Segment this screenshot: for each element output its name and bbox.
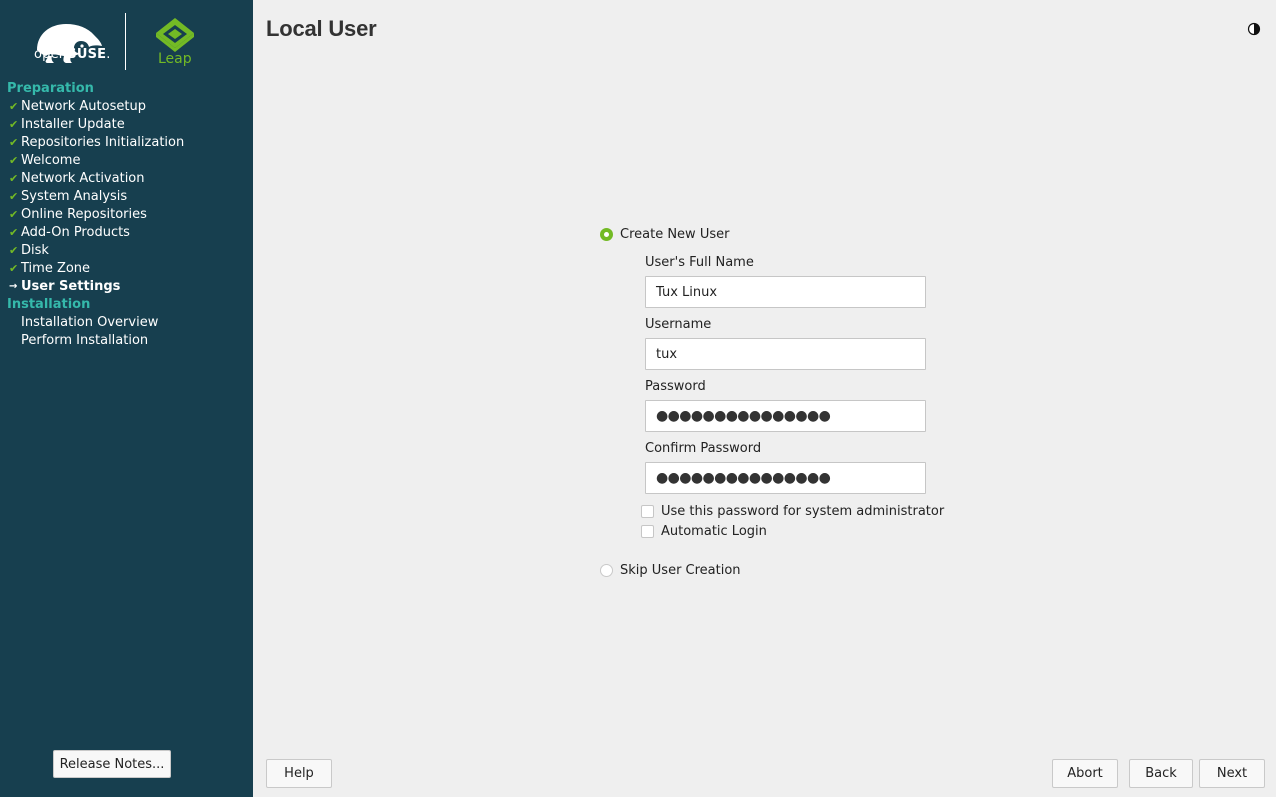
branding: openSUSE. Leap — [0, 0, 253, 80]
check-icon: ✔ — [9, 118, 19, 131]
check-icon: ✔ — [9, 244, 19, 257]
step-item-perform-installation: Perform Installation — [21, 333, 149, 348]
check-icon: ✔ — [9, 100, 19, 113]
step-item-online-repositories: ✔ Online Repositories — [9, 207, 147, 222]
abort-button[interactable]: Abort — [1052, 759, 1118, 788]
release-notes-button[interactable]: Release Notes... — [53, 750, 171, 778]
skip-user-creation-radio[interactable] — [600, 564, 613, 577]
step-item-add-on-products: ✔ Add-On Products — [9, 225, 130, 240]
check-icon: ✔ — [9, 208, 19, 221]
use-password-for-admin-checkbox[interactable] — [641, 505, 654, 518]
theme-toggle-icon[interactable] — [1247, 22, 1261, 36]
step-item-network-activation: ✔ Network Activation — [9, 171, 145, 186]
create-new-user-radio[interactable] — [600, 228, 613, 241]
sidebar: openSUSE. Leap Preparation ✔ Network Auto… — [0, 0, 253, 797]
step-section-installation: Installation — [7, 297, 91, 312]
page-title: Local User — [266, 16, 377, 41]
full-name-field[interactable]: Tux Linux — [645, 276, 926, 308]
leap-logo-icon — [156, 18, 194, 52]
step-item-time-zone: ✔ Time Zone — [9, 261, 91, 276]
username-field[interactable]: tux — [645, 338, 926, 370]
step-item-installer-update: ✔ Installer Update — [9, 117, 125, 132]
username-label: Username — [645, 317, 712, 332]
installation-steps: Preparation ✔ Network Autosetup ✔ Installe… — [0, 80, 253, 350]
current-step-arrow-icon: → — [9, 281, 18, 292]
password-field[interactable]: ●●●●●●●●●●●●●●● — [645, 400, 926, 432]
next-button[interactable]: Next — [1199, 759, 1265, 788]
automatic-login-checkbox[interactable] — [641, 525, 654, 538]
step-item-system-analysis: ✔ System Analysis — [9, 189, 128, 204]
step-item-user-settings: → User Settings — [9, 279, 121, 294]
check-icon: ✔ — [9, 136, 19, 149]
skip-user-creation-label[interactable]: Skip User Creation — [620, 563, 741, 578]
step-item-network-autosetup: ✔ Network Autosetup — [9, 99, 146, 114]
help-button[interactable]: Help — [266, 759, 332, 788]
check-icon: ✔ — [9, 190, 19, 203]
password-label: Password — [645, 379, 706, 394]
step-section-preparation: Preparation — [7, 81, 94, 96]
automatic-login-label[interactable]: Automatic Login — [661, 524, 767, 539]
opensuse-wordmark: openSUSE. — [34, 47, 111, 62]
check-icon: ✔ — [9, 154, 19, 167]
back-button[interactable]: Back — [1129, 759, 1193, 788]
check-icon: ✔ — [9, 172, 19, 185]
leap-wordmark: Leap — [158, 51, 192, 67]
step-item-disk: ✔ Disk — [9, 243, 49, 258]
create-new-user-label[interactable]: Create New User — [620, 227, 729, 242]
check-icon: ✔ — [9, 226, 19, 239]
step-item-welcome: ✔ Welcome — [9, 153, 81, 168]
logo-divider — [125, 13, 126, 70]
full-name-label: User's Full Name — [645, 255, 754, 270]
check-icon: ✔ — [9, 262, 19, 275]
use-password-for-admin-label[interactable]: Use this password for system administrat… — [661, 504, 944, 519]
step-item-repositories-initialization: ✔ Repositories Initialization — [9, 135, 185, 150]
step-item-installation-overview: Installation Overview — [21, 315, 159, 330]
confirm-password-label: Confirm Password — [645, 441, 762, 456]
confirm-password-field[interactable]: ●●●●●●●●●●●●●●● — [645, 462, 926, 494]
